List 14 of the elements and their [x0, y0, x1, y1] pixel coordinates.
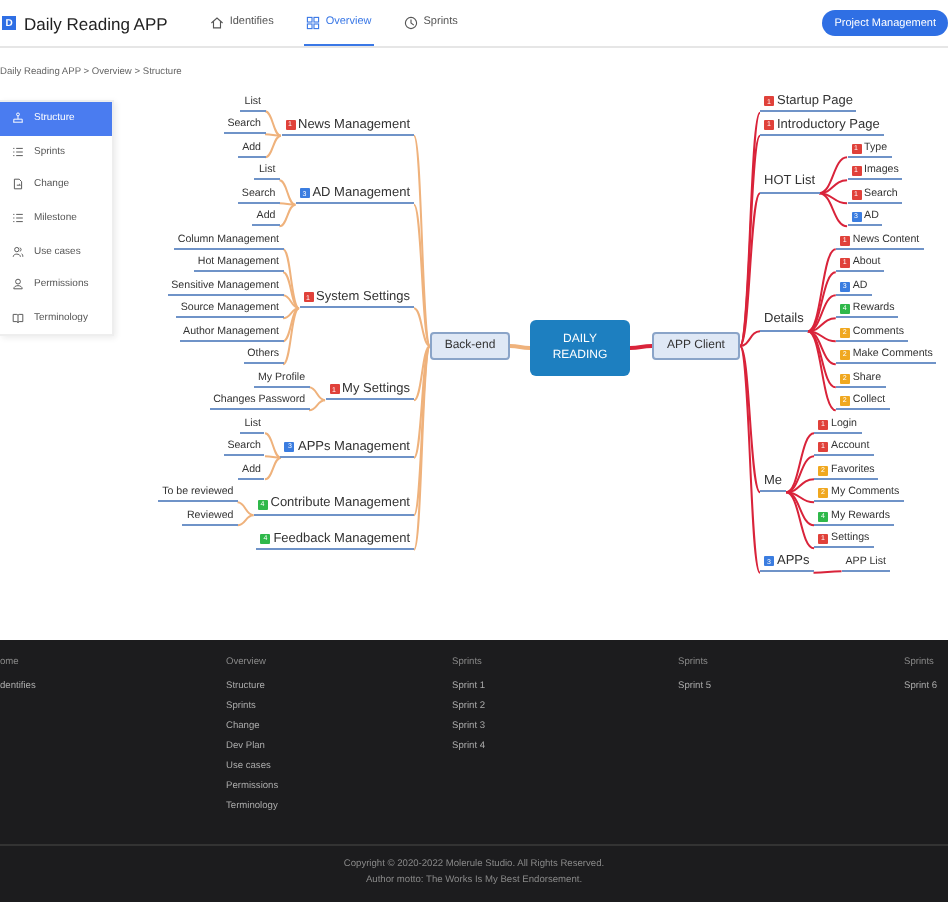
- list-icon: [12, 212, 24, 225]
- tree-icon: [12, 112, 24, 125]
- connector-line: [629, 344, 653, 350]
- grid-icon: [305, 15, 320, 29]
- book-icon: [12, 311, 24, 324]
- home-icon: [209, 15, 224, 29]
- person-icon: [12, 278, 24, 291]
- people-icon: [12, 245, 24, 258]
- clock-icon: [403, 15, 418, 29]
- connector-line: [812, 570, 843, 574]
- connector-line: [509, 344, 531, 350]
- document-icon: [12, 178, 24, 191]
- list-icon: [12, 145, 24, 158]
- app-title: Daily Reading APP: [24, 13, 168, 33]
